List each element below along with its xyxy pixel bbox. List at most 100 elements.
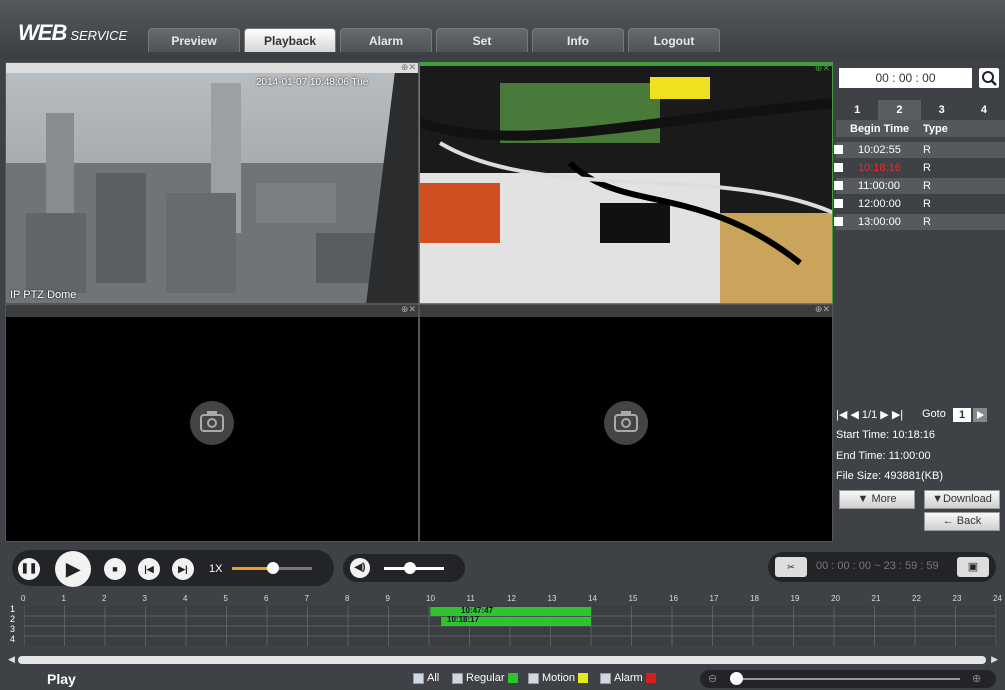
tab-set[interactable]: Set [436, 28, 528, 52]
regular-swatch [507, 673, 518, 684]
record-row[interactable]: 13:00:00 R [834, 214, 1005, 230]
clip-button[interactable]: ✂ [775, 557, 807, 577]
filter-regular[interactable]: Regular [452, 672, 518, 684]
record-row[interactable]: 12:00:00 R [834, 196, 1005, 212]
video-cell-2[interactable]: ⊕✕ [419, 62, 833, 304]
filter-alarm[interactable]: Alarm [600, 672, 656, 684]
hour-label: 12 [507, 594, 516, 603]
step-back-button[interactable]: |◀ [138, 558, 160, 580]
video-cell-3[interactable]: ⊕✕ [5, 304, 419, 542]
camera-feed-cables [420, 63, 832, 303]
tab-logout[interactable]: Logout [628, 28, 720, 52]
goto-button[interactable] [973, 408, 987, 422]
play-icon: ▶ [66, 559, 80, 579]
save-button[interactable]: ▣ [957, 557, 989, 577]
arrow-right-icon [977, 411, 984, 419]
row-label: 4 [10, 634, 16, 644]
zoom-close-icon[interactable]: ⊕✕ [815, 305, 830, 315]
row-type: R [923, 198, 931, 210]
speed-slider[interactable] [232, 562, 312, 574]
video-cell-1[interactable]: ⊕✕ 2014-01-07 10:48:06 Tue IP PTZ Dome [5, 62, 419, 304]
play-button[interactable]: ▶ [55, 551, 91, 587]
download-button[interactable]: ▼Download [924, 490, 1000, 509]
channel-tab-1[interactable]: 1 [836, 100, 878, 120]
record-row[interactable]: 11:00:00 R [834, 178, 1005, 194]
volume-button[interactable]: ◀) [350, 558, 370, 578]
channel-tab-4[interactable]: 4 [963, 100, 1005, 120]
regular-checkbox[interactable] [452, 672, 463, 684]
file-size: File Size: 493881(KB) [836, 470, 943, 482]
hour-label: 8 [345, 594, 350, 603]
alarm-checkbox[interactable] [600, 672, 611, 684]
zoom-out-icon[interactable]: ⊖ [708, 672, 717, 685]
begin-time-header: Begin Time [850, 123, 910, 135]
hour-label: 20 [831, 594, 840, 603]
timeline-scrollbar[interactable]: ◀ ▶ [8, 654, 998, 664]
zoom-slider-handle[interactable] [730, 672, 743, 685]
volume-slider[interactable] [384, 562, 444, 574]
zoom-close-icon[interactable]: ⊕✕ [815, 63, 830, 74]
cell-toolbar: ⊕✕ [6, 63, 418, 73]
row-label: 3 [10, 624, 16, 634]
all-checkbox[interactable] [413, 672, 424, 684]
zoom-close-icon[interactable]: ⊕✕ [401, 63, 416, 73]
row-time: 11:00:00 [858, 180, 901, 192]
prev-page-icon[interactable]: ◀ [850, 409, 858, 421]
motion-checkbox[interactable] [528, 672, 539, 684]
volume-slider-handle[interactable] [404, 562, 416, 574]
row-type: R [923, 144, 931, 156]
timeline-marker-1: 10:47:47 [461, 606, 494, 615]
hour-label: 13 [547, 594, 557, 603]
hour-label: 24 [993, 594, 1002, 603]
row-checkbox[interactable] [834, 181, 843, 190]
first-page-icon[interactable]: |◀ [836, 409, 847, 421]
channel-tab-2[interactable]: 2 [878, 100, 921, 120]
speed-label: 1X [209, 563, 223, 575]
step-forward-button[interactable]: ▶| [172, 558, 194, 580]
no-video-camera-icon [190, 401, 234, 445]
filter-motion[interactable]: Motion [528, 672, 589, 684]
tab-alarm[interactable]: Alarm [340, 28, 432, 52]
scroll-right-icon[interactable]: ▶ [991, 654, 998, 665]
hour-label: 11 [466, 594, 475, 603]
video-cell-4[interactable]: ⊕✕ [419, 304, 833, 542]
stop-button[interactable]: ■ [104, 558, 126, 580]
record-row-selected[interactable]: 10:18:16 R [834, 160, 1005, 176]
row-checkbox[interactable] [834, 199, 843, 208]
channel-tab-3[interactable]: 3 [921, 100, 963, 120]
row-checkbox[interactable] [834, 217, 843, 226]
list-pager: |◀ ◀ 1/1 ▶ ▶| Goto 1 [836, 408, 1005, 426]
tab-info[interactable]: Info [532, 28, 624, 52]
cell-toolbar: ⊕✕ [420, 305, 832, 317]
clip-range[interactable]: 00 : 00 : 00 ~ 23 : 59 : 59 [816, 560, 939, 572]
back-arrow-icon: ← [942, 515, 957, 527]
back-button[interactable]: ← Back [924, 512, 1000, 531]
next-page-icon[interactable]: ▶ [880, 409, 888, 421]
hour-label: 15 [628, 594, 638, 603]
tab-preview[interactable]: Preview [148, 28, 240, 52]
timeline-svg [23, 606, 997, 646]
row-checkbox[interactable] [834, 145, 843, 154]
speed-slider-handle[interactable] [267, 562, 279, 574]
search-icon [982, 71, 997, 86]
filter-all[interactable]: All [413, 672, 439, 684]
more-button[interactable]: ▼ More [839, 490, 915, 509]
row-checkbox[interactable] [834, 163, 843, 172]
tab-playback[interactable]: Playback [244, 28, 336, 52]
record-timeline[interactable]: 0 1 2 3 4 5 6 7 8 9 10 11 12 13 14 15 16 17 18 19 20 21 22 23 24… [5, 592, 1002, 662]
goto-input[interactable]: 1 [953, 408, 971, 422]
hour-label: 7 [304, 594, 309, 603]
search-button[interactable] [979, 68, 999, 88]
search-time-input[interactable]: 00 : 00 : 00 [839, 68, 972, 88]
zoom-in-icon[interactable]: ⊕ [972, 672, 981, 685]
hour-label: 22 [912, 594, 921, 603]
pause-button[interactable]: ❚❚ [18, 558, 40, 580]
timeline-grid[interactable] [23, 606, 997, 646]
hour-label: 19 [790, 594, 800, 603]
last-page-icon[interactable]: ▶| [892, 409, 903, 421]
zoom-close-icon[interactable]: ⊕✕ [401, 305, 416, 315]
record-row[interactable]: 10:02:55 R [834, 142, 1005, 158]
scroll-left-icon[interactable]: ◀ [8, 654, 15, 665]
row-time: 13:00:00 [858, 216, 901, 228]
zoom-slider[interactable] [730, 672, 960, 685]
